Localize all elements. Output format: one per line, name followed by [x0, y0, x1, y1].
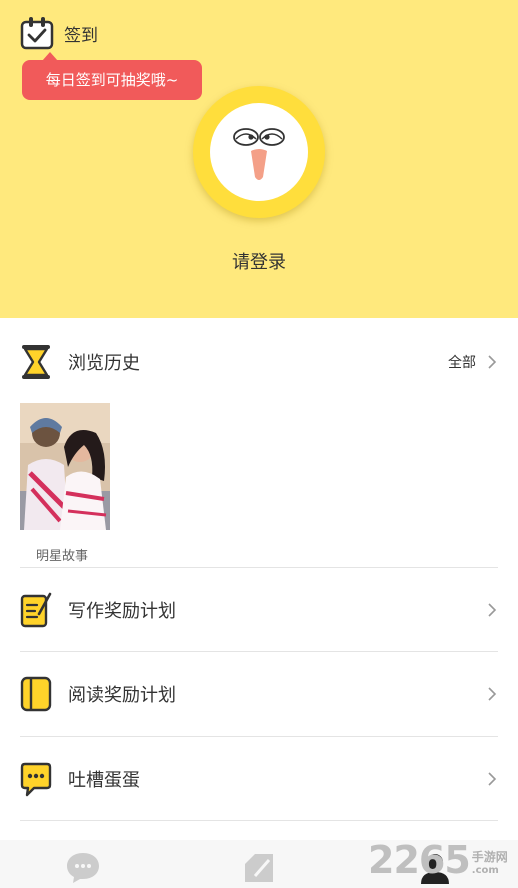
- divider: [20, 820, 498, 821]
- site-watermark: 2265 手游网 .com: [368, 838, 508, 882]
- menu-item-reading-reward[interactable]: 阅读奖励计划: [20, 652, 498, 736]
- menu-item-label: 吐槽蛋蛋: [68, 770, 140, 791]
- profile-header: 签到 每日签到可抽奖哦~ 请登录: [0, 0, 518, 318]
- avatar[interactable]: [193, 86, 325, 218]
- history-title: 浏览历史: [68, 353, 140, 374]
- checkin-tip[interactable]: 每日签到可抽奖哦~: [22, 52, 202, 100]
- watermark-number: 2265: [368, 838, 471, 882]
- chat-icon[interactable]: [65, 850, 101, 886]
- checkin-label: 签到: [64, 25, 98, 46]
- history-all-link[interactable]: 全部: [448, 352, 498, 372]
- history-all-label: 全部: [448, 355, 476, 371]
- calendar-check-icon: [20, 17, 54, 50]
- avatar-face-icon: [210, 103, 308, 201]
- menu-item-label: 阅读奖励计划: [68, 685, 176, 706]
- chevron-right-icon: [488, 687, 497, 701]
- history-thumbnail[interactable]: [20, 403, 110, 530]
- menu-item-feedback[interactable]: 吐槽蛋蛋: [20, 737, 498, 821]
- history-caption: 明星故事: [36, 549, 89, 564]
- watermark-domain: .com: [471, 865, 499, 876]
- chevron-right-icon: [488, 603, 497, 617]
- chevron-right-icon: [488, 772, 497, 786]
- menu-item-writing-reward[interactable]: 写作奖励计划: [20, 568, 498, 652]
- login-link[interactable]: 请登录: [0, 248, 518, 274]
- photo-image: [20, 403, 110, 530]
- hourglass-icon: [22, 345, 50, 379]
- chat-bubble-icon: [20, 762, 52, 797]
- menu-item-label: 写作奖励计划: [68, 601, 176, 622]
- pen-note-icon: [20, 592, 52, 628]
- checkin-button[interactable]: 签到: [20, 16, 98, 50]
- chevron-right-icon: [488, 355, 497, 369]
- watermark-cn: 手游网: [471, 850, 508, 864]
- edit-icon[interactable]: [241, 850, 277, 886]
- book-icon: [20, 676, 52, 712]
- history-header: 浏览历史 全部: [20, 340, 498, 384]
